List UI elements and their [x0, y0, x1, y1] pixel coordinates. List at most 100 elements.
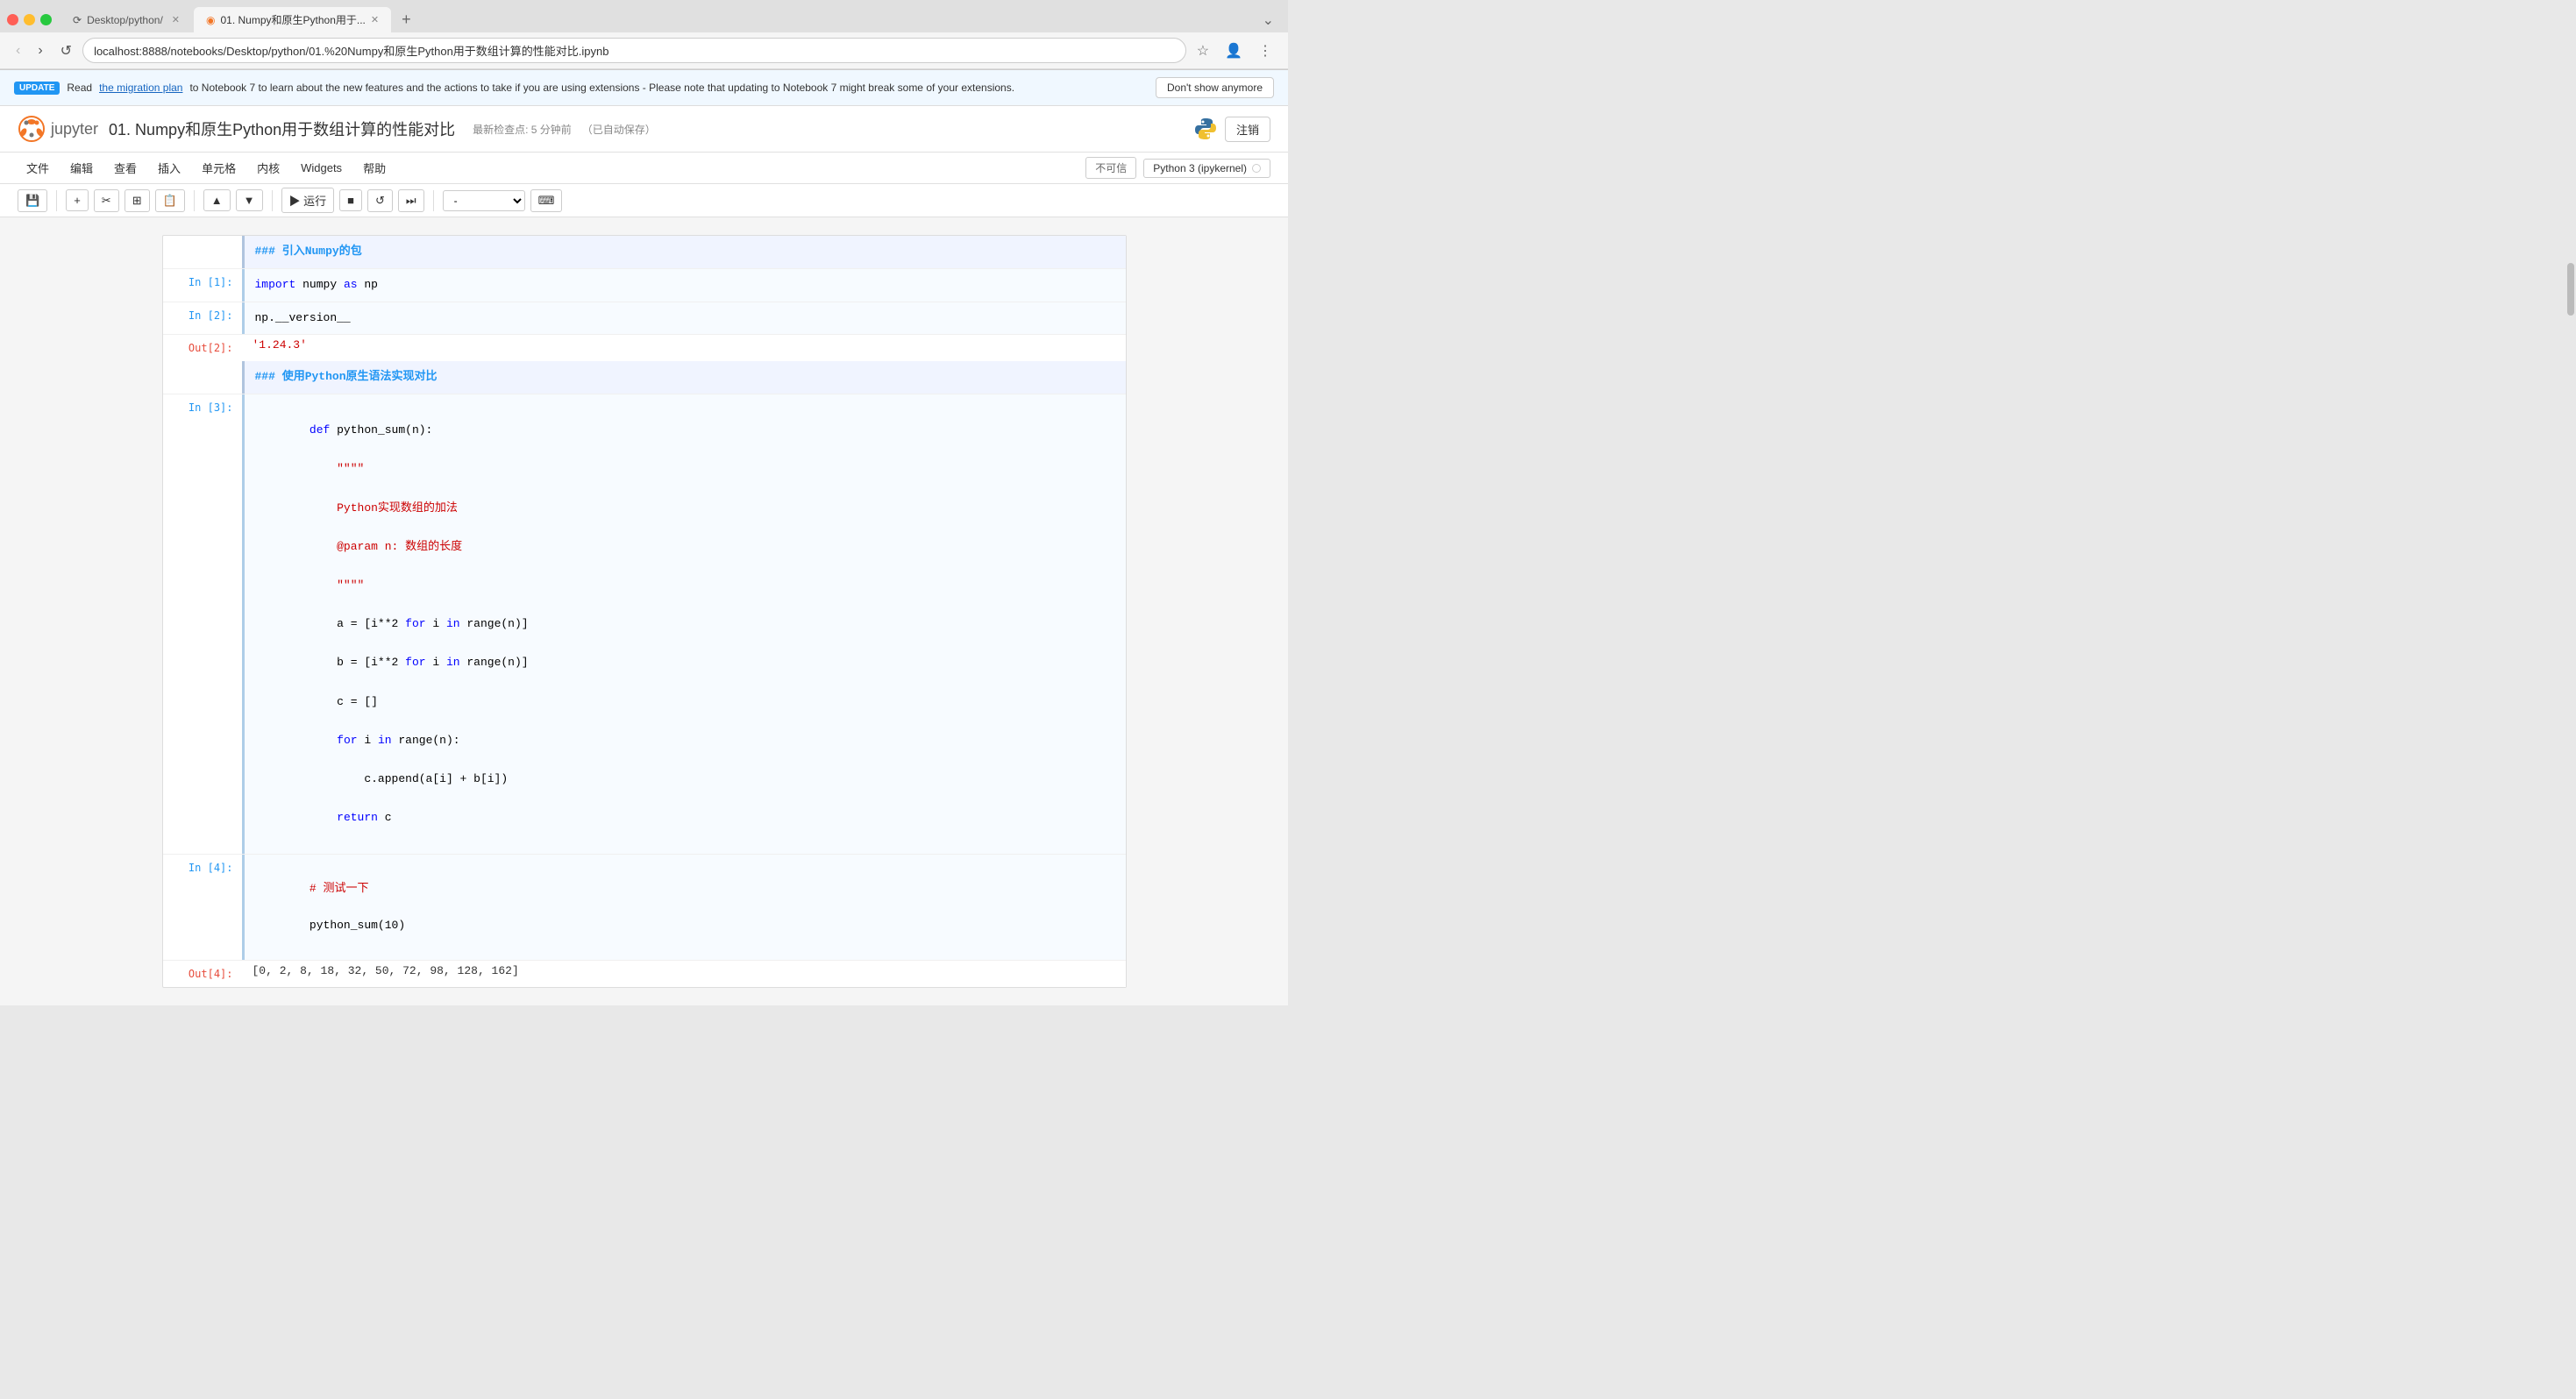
tab-desktop-python[interactable]: ⟳ Desktop/python/ ✕ [60, 9, 192, 32]
logout-button[interactable]: 注销 [1225, 117, 1270, 142]
kernel-trust-badge: 不可信 [1085, 157, 1136, 179]
move-down-button[interactable]: ▼ [236, 189, 263, 211]
cell-code-2[interactable]: In [2]: np.__version__ [163, 302, 1126, 336]
run-cell-button[interactable]: ▶ 运行 [281, 188, 335, 213]
cell-content-markdown-2: ### 使用Python原生语法实现对比 [242, 361, 1126, 394]
tab-loading-icon: ⟳ [73, 14, 82, 26]
browser-menu-button[interactable]: ⋮ [1253, 39, 1277, 63]
browser-chrome: ⟳ Desktop/python/ ✕ ◉ 01. Numpy和原生Python… [0, 0, 1288, 70]
python-logo-icon [1193, 117, 1218, 141]
profile-button[interactable]: 👤 [1220, 39, 1248, 63]
reload-button[interactable]: ↺ [55, 39, 77, 63]
tab-close-button[interactable]: ✕ [371, 14, 379, 25]
cell-markdown-2[interactable]: ### 使用Python原生语法实现对比 [163, 361, 1126, 394]
menu-help[interactable]: 帮助 [354, 156, 395, 180]
cell-content-code-2[interactable]: np.__version__ [242, 302, 1126, 335]
cell-output-2: '1.24.3' [242, 335, 1126, 361]
menu-cell[interactable]: 单元格 [193, 156, 245, 180]
cell-code-1[interactable]: In [1]: import numpy as np [163, 269, 1126, 302]
maximize-window-button[interactable] [40, 14, 52, 25]
markdown-heading-2: ### 使用Python原生语法实现对比 [255, 370, 438, 383]
nav-controls: ‹ › ↺ [11, 39, 77, 63]
cell-out-label-4: Out[4]: [163, 961, 242, 987]
tab-close-button[interactable]: ✕ [172, 14, 180, 25]
menu-file[interactable]: 文件 [18, 156, 58, 180]
menu-kernel[interactable]: 内核 [248, 156, 288, 180]
toolbar: 💾 + ✂ ⊞ 📋 ▲ ▼ ▶ 运行 ■ ↺ ⏭ - Code Markdown… [0, 184, 1288, 217]
add-cell-button[interactable]: + [66, 189, 89, 211]
menu-view[interactable]: 查看 [105, 156, 146, 180]
menu-edit[interactable]: 编辑 [61, 156, 102, 180]
menu-right: 不可信 Python 3 (ipykernel) [1085, 157, 1270, 179]
code-docstring: Python实现数组的加法 [310, 501, 458, 515]
tab-label: 01. Numpy和原生Python用于... [220, 12, 365, 27]
url-bar[interactable] [82, 38, 1186, 63]
cell-content-code-3[interactable]: def python_sum(n): """" Python实现数组的加法 @p… [242, 394, 1126, 854]
toolbar-separator-4 [433, 190, 434, 211]
cell-output-4: [0, 2, 8, 18, 32, 50, 72, 98, 128, 162] [242, 961, 1126, 987]
stop-kernel-button[interactable]: ■ [339, 189, 362, 211]
cell-label-1 [163, 236, 242, 268]
forward-button[interactable]: › [32, 39, 47, 62]
code-keyword: as [344, 278, 358, 291]
cut-cell-button[interactable]: ✂ [94, 189, 119, 212]
jupyter-logo-icon [18, 115, 46, 143]
scrollbar[interactable] [2565, 0, 2576, 1399]
cell-type-selector[interactable]: - Code Markdown [443, 190, 525, 211]
restart-run-all-button[interactable]: ⏭ [398, 189, 424, 212]
minimize-window-button[interactable] [24, 14, 35, 25]
new-tab-button[interactable]: + [393, 7, 420, 32]
code-text: a = [i**2 [310, 617, 405, 630]
cell-in-label: In [4]: [189, 862, 233, 874]
cell-code-3[interactable]: In [3]: def python_sum(n): """" Python实现… [163, 394, 1126, 855]
tab-bar: ⟳ Desktop/python/ ✕ ◉ 01. Numpy和原生Python… [0, 0, 1288, 32]
code-text: i [358, 734, 378, 747]
code-text: i [426, 656, 446, 669]
move-up-button[interactable]: ▲ [203, 189, 231, 211]
menu-widgets[interactable]: Widgets [292, 158, 351, 178]
cell-out-text: Out[4]: [189, 968, 233, 980]
back-button[interactable]: ‹ [11, 39, 25, 62]
kw-for: for [405, 656, 425, 669]
cell-content-code-1[interactable]: import numpy as np [242, 269, 1126, 302]
tab-notebook[interactable]: ◉ 01. Numpy和原生Python用于... ✕ [194, 7, 391, 32]
cell-out-label-2: Out[2]: [163, 335, 242, 361]
migration-plan-link[interactable]: the migration plan [99, 82, 182, 94]
cell-label-in-3: In [3]: [163, 394, 242, 854]
tab-list-button[interactable]: ⌄ [1256, 8, 1281, 32]
paste-cell-button[interactable]: 📋 [155, 189, 185, 212]
code-docstring: """" [310, 462, 364, 475]
notebook-title[interactable]: 01. Numpy和原生Python用于数组计算的性能对比 [109, 117, 455, 140]
code-comment: # 测试一下 [310, 882, 369, 895]
cell-label-in-4: In [4]: [163, 855, 242, 960]
cell-markdown-1[interactable]: ### 引入Numpy的包 [163, 236, 1126, 269]
code-text [310, 734, 337, 747]
cell-label-in-1: In [1]: [163, 269, 242, 302]
code-docstring: @param n: 数组的长度 [310, 540, 462, 553]
bookmark-button[interactable]: ☆ [1192, 39, 1214, 63]
save-button[interactable]: 💾 [18, 189, 47, 212]
update-banner: UPDATE Read the migration plan to Notebo… [0, 70, 1288, 106]
restart-kernel-button[interactable]: ↺ [367, 189, 393, 212]
code-text: c [378, 811, 392, 824]
toolbar-separator-1 [56, 190, 57, 211]
copy-cell-button[interactable]: ⊞ [125, 189, 150, 212]
code-text: np.__version__ [255, 311, 351, 324]
kw-for: for [337, 734, 357, 747]
notebook-inner: ### 引入Numpy的包 In [1]: import numpy as np… [162, 235, 1127, 988]
dont-show-button[interactable]: Don't show anymore [1156, 77, 1274, 98]
kernel-circle-icon [1252, 164, 1261, 173]
kw-for: for [405, 617, 425, 630]
kw-in: in [446, 656, 460, 669]
cell-out-text: Out[2]: [189, 342, 233, 354]
scrollbar-thumb[interactable] [2567, 263, 2574, 316]
keyboard-shortcuts-button[interactable]: ⌨ [530, 189, 563, 212]
cell-content-code-4[interactable]: # 测试一下 python_sum(10) [242, 855, 1126, 960]
code-docstring: """" [310, 579, 364, 592]
close-window-button[interactable] [7, 14, 18, 25]
menu-insert[interactable]: 插入 [149, 156, 189, 180]
toolbar-separator-3 [272, 190, 273, 211]
update-badge: UPDATE [14, 82, 60, 95]
cell-code-4[interactable]: In [4]: # 测试一下 python_sum(10) [163, 855, 1126, 961]
code-fn: python_sum(n): [330, 423, 432, 437]
